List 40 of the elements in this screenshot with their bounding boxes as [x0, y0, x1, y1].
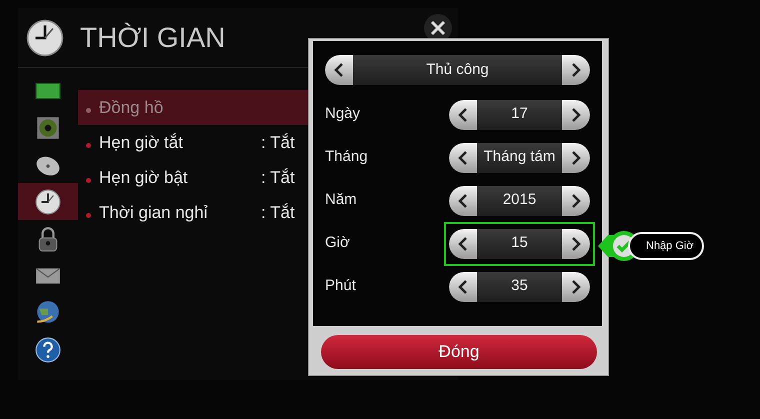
field-label: Phút [325, 276, 356, 296]
right-arrow-button[interactable] [562, 186, 590, 216]
left-arrow-button[interactable] [449, 100, 477, 130]
left-arrow-button[interactable] [449, 228, 477, 258]
speaker-icon [35, 114, 61, 140]
callout-label: Nhập Giờ [628, 232, 704, 260]
chevron-left-icon [458, 192, 468, 208]
chevron-left-icon [458, 150, 468, 166]
chevron-right-icon [571, 192, 581, 208]
sidebar-item[interactable] [18, 183, 78, 220]
left-arrow-button[interactable] [449, 272, 477, 302]
right-arrow-button[interactable] [562, 100, 590, 130]
screen-title: THỜI GIAN [80, 20, 226, 54]
left-arrow-button[interactable] [449, 186, 477, 216]
globe-icon [35, 300, 61, 326]
field-label: Năm [325, 190, 357, 210]
help-icon [35, 336, 61, 362]
chevron-left-icon [458, 236, 468, 252]
clock-icon [26, 18, 64, 56]
left-arrow-button[interactable] [325, 55, 353, 85]
close-button[interactable]: Đóng [321, 335, 597, 369]
field-label: Ngày [325, 104, 360, 124]
value-selector[interactable]: 15 [444, 222, 595, 266]
chevron-left-icon [334, 62, 344, 78]
clock-icon [35, 188, 61, 214]
chevron-right-icon [571, 62, 581, 78]
left-arrow-button[interactable] [449, 142, 477, 172]
chevron-right-icon [571, 236, 581, 252]
field-label: Giờ [325, 233, 350, 254]
chevron-left-icon [458, 106, 468, 122]
chevron-right-icon [571, 278, 581, 294]
mode-selector[interactable]: Thủ công [325, 55, 590, 85]
right-arrow-button[interactable] [562, 142, 590, 172]
chevron-left-icon [458, 278, 468, 294]
right-arrow-button[interactable] [562, 55, 590, 85]
chevron-right-icon [571, 150, 581, 166]
field-label: Tháng [325, 147, 368, 168]
right-arrow-button[interactable] [562, 272, 590, 302]
right-arrow-button[interactable] [562, 228, 590, 258]
chevron-right-icon [571, 106, 581, 122]
